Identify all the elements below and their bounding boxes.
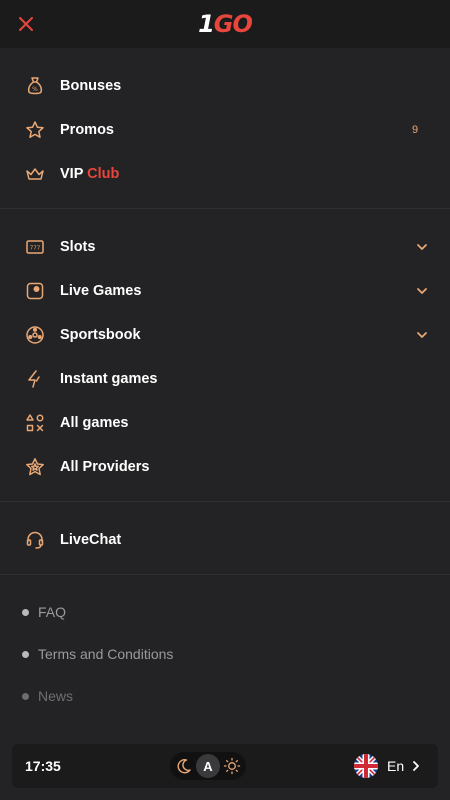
lightning-icon <box>24 368 46 390</box>
divider <box>0 208 450 209</box>
game-shapes-icon <box>24 412 46 434</box>
live-games-icon <box>24 280 46 302</box>
close-icon <box>19 17 33 31</box>
divider <box>0 501 450 502</box>
money-bag-icon: % <box>24 75 46 97</box>
club-label: Club <box>87 166 120 182</box>
clock-time: 17:35 <box>25 758 61 774</box>
language-label: En <box>387 758 405 774</box>
menu-item-label: Sportsbook <box>60 327 141 343</box>
sun-icon[interactable] <box>223 757 241 775</box>
brand-logo[interactable]: 1 GO <box>193 9 257 39</box>
svg-text:%: % <box>32 86 38 93</box>
bullet-dot <box>22 651 29 658</box>
menu-item-label: All games <box>60 415 129 431</box>
menu-item-bonuses[interactable]: % Bonuses <box>0 64 450 108</box>
top-header: 1 GO <box>0 0 450 48</box>
menu-item-sportsbook[interactable]: Sportsbook <box>0 313 450 357</box>
chevron-down-icon[interactable] <box>415 240 429 254</box>
menu-item-instant-games[interactable]: Instant games <box>0 357 450 401</box>
soccer-ball-icon <box>24 324 46 346</box>
menu-item-all-games[interactable]: All games <box>0 401 450 445</box>
menu-item-label: Bonuses <box>60 78 122 94</box>
footer-link-text: FAQ <box>38 604 67 620</box>
star-badge-icon <box>24 456 46 478</box>
moon-icon[interactable] <box>175 757 193 775</box>
close-menu-button[interactable] <box>14 12 38 36</box>
footer-link-text: Terms and Conditions <box>38 646 174 662</box>
logo-one: 1 <box>198 10 215 38</box>
footer-link-text: News <box>38 688 74 704</box>
menu-item-livechat[interactable]: LiveChat <box>0 518 450 562</box>
chevron-right-icon <box>413 761 419 771</box>
logo-go: GO <box>213 10 253 38</box>
theme-auto-button[interactable]: A <box>196 754 220 778</box>
divider <box>0 574 450 575</box>
bullet-dot <box>22 693 29 700</box>
menu-item-label: VIP Club <box>60 152 119 196</box>
menu-item-label: LiveChat <box>60 532 122 548</box>
menu-item-vip-club[interactable]: VIP Club <box>0 152 450 196</box>
menu-item-promos[interactable]: Promos 9 <box>0 108 450 152</box>
menu-item-label: Slots <box>60 239 96 255</box>
bottom-bar: 17:35 A En <box>12 744 438 788</box>
chevron-down-icon[interactable] <box>415 328 429 342</box>
menu-item-slots[interactable]: 777 Slots <box>0 225 450 269</box>
chevron-down-icon[interactable] <box>415 284 429 298</box>
menu-item-label: Promos <box>60 122 114 138</box>
menu-item-live-games[interactable]: Live Games <box>0 269 450 313</box>
menu-item-label: Live Games <box>60 283 142 299</box>
menu-item-label: All Providers <box>60 459 150 475</box>
footer-link-faq[interactable]: FAQ <box>0 591 450 633</box>
headset-icon <box>24 529 46 551</box>
star-icon <box>24 119 46 141</box>
vip-label: VIP <box>60 166 84 182</box>
svg-text:777: 777 <box>30 246 41 252</box>
uk-flag-icon <box>354 754 378 778</box>
footer-link-news[interactable]: News <box>0 675 450 717</box>
promos-count-badge: 9 <box>412 124 419 136</box>
language-selector[interactable]: En <box>354 752 430 780</box>
slot-machine-icon: 777 <box>24 236 46 258</box>
bullet-dot <box>22 609 29 616</box>
menu-item-label: Instant games <box>60 371 158 387</box>
menu-item-all-providers[interactable]: All Providers <box>0 445 450 489</box>
theme-switcher[interactable]: A <box>170 752 246 780</box>
crown-icon <box>24 163 46 185</box>
footer-link-terms[interactable]: Terms and Conditions <box>0 633 450 675</box>
